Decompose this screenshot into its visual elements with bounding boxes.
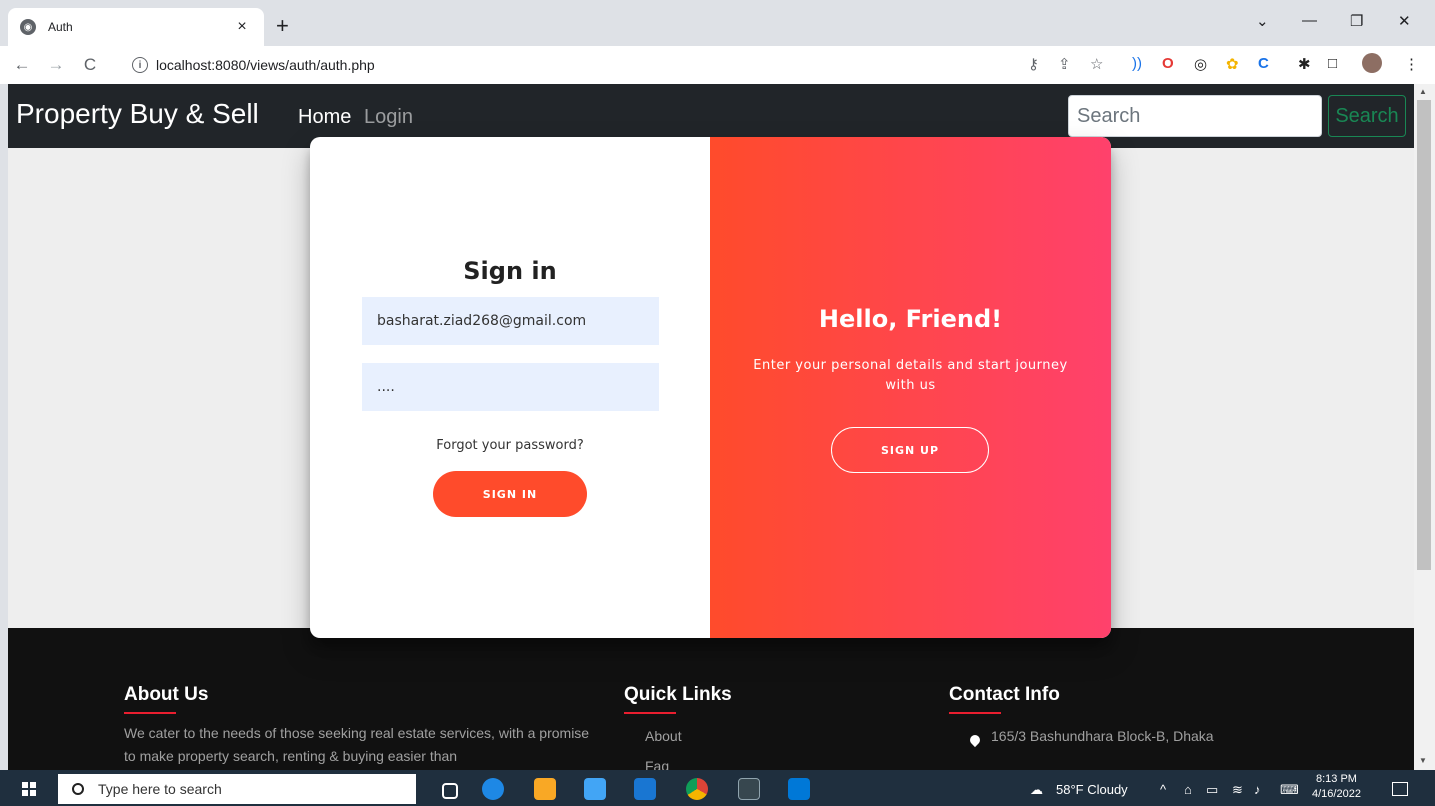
page-viewport: Property Buy & Sell Home Login Search Ab… xyxy=(8,84,1414,770)
footer-links-title: Quick Links xyxy=(624,684,732,714)
taskbar-clock[interactable]: 8:13 PM 4/16/2022 xyxy=(1312,772,1361,802)
footer-about-text: We cater to the needs of those seeking r… xyxy=(124,725,590,764)
bookmark-star-icon[interactable]: ☆ xyxy=(1090,55,1103,73)
weather-text[interactable]: 58°F Cloudy xyxy=(1056,782,1128,797)
overlay-text: Enter your personal details and start jo… xyxy=(753,358,1068,393)
scrollbar-thumb[interactable] xyxy=(1417,100,1431,570)
terminal-icon[interactable] xyxy=(738,778,760,800)
signin-button[interactable]: SIGN IN xyxy=(433,471,587,517)
browser-menu-icon[interactable]: ⋮ xyxy=(1404,55,1419,73)
forward-button[interactable]: → xyxy=(44,55,68,75)
address-url[interactable]: localhost:8080/views/auth/auth.php xyxy=(156,57,375,73)
extensions-puzzle-icon[interactable]: ✱ xyxy=(1298,55,1311,73)
close-window-icon[interactable]: ✕ xyxy=(1398,12,1411,30)
signin-title: Sign in xyxy=(463,257,557,285)
site-info-icon[interactable]: i xyxy=(132,57,148,73)
vscode-icon[interactable] xyxy=(788,778,810,800)
location-pin-icon xyxy=(967,732,983,748)
footer-link-about[interactable]: About xyxy=(645,728,682,744)
task-view-icon[interactable] xyxy=(442,783,458,799)
close-tab-icon[interactable]: × xyxy=(232,18,252,36)
signin-form: Sign in Forgot your password? SIGN IN xyxy=(310,137,710,638)
windows-taskbar: Type here to search xyxy=(0,770,1435,806)
site-search-button[interactable]: Search xyxy=(1328,95,1406,137)
notifications-icon[interactable] xyxy=(1392,782,1408,796)
minimize-icon[interactable]: — xyxy=(1302,12,1317,29)
share-icon[interactable]: ⇪ xyxy=(1058,55,1071,73)
mail-icon[interactable] xyxy=(634,778,656,800)
footer-address: 165/3 Bashundhara Block-B, Dhaka xyxy=(991,728,1214,744)
tab-search-chevron-icon[interactable]: ⌄ xyxy=(1256,12,1269,30)
tray-network-icon[interactable]: ⌂ xyxy=(1184,782,1192,797)
extension-audio-icon[interactable]: )) xyxy=(1132,55,1142,72)
extension-opera-icon[interactable]: O xyxy=(1162,55,1174,72)
browser-toolbar: ← → C i localhost:8080/views/auth/auth.p… xyxy=(0,46,1435,84)
footer-about-title: About Us xyxy=(124,684,209,714)
browser-tabstrip: ◉ Auth × + ⌄ — ❐ ✕ xyxy=(0,0,1435,46)
windows-start-icon[interactable] xyxy=(22,782,36,796)
clock-time: 8:13 PM xyxy=(1315,773,1357,785)
key-icon[interactable]: ⚷ xyxy=(1028,55,1039,73)
browser-tab-auth[interactable]: ◉ Auth × xyxy=(8,8,264,46)
file-explorer-icon[interactable] xyxy=(534,778,556,800)
chrome-browser-icon[interactable] xyxy=(686,778,708,800)
edge-browser-icon[interactable] xyxy=(482,778,504,800)
tray-battery-icon[interactable]: ▭ xyxy=(1206,782,1218,798)
globe-icon: ◉ xyxy=(20,19,36,35)
reload-button[interactable]: C xyxy=(78,55,102,75)
side-panel-icon[interactable]: □ xyxy=(1328,55,1337,72)
profile-avatar[interactable] xyxy=(1362,53,1382,73)
forgot-password-link[interactable]: Forgot your password? xyxy=(310,438,710,453)
extension-c-icon[interactable]: C xyxy=(1258,55,1269,72)
address-bar[interactable]: i localhost:8080/views/auth/auth.php xyxy=(120,51,1020,79)
scroll-down-arrow-icon[interactable]: ▼ xyxy=(1419,756,1427,765)
tray-wifi-icon[interactable]: ≋ xyxy=(1232,782,1243,798)
nav-home-link[interactable]: Home xyxy=(298,106,351,129)
cloud-weather-icon[interactable]: ☁ xyxy=(1030,782,1043,798)
new-tab-button[interactable]: + xyxy=(276,14,289,38)
footer-contact-title: Contact Info xyxy=(949,684,1060,714)
restore-icon[interactable]: ❐ xyxy=(1350,12,1363,30)
nav-login-link[interactable]: Login xyxy=(364,106,413,129)
tray-keyboard-icon[interactable]: ⌨ xyxy=(1280,782,1299,798)
extension-circle-icon[interactable]: ◎ xyxy=(1194,55,1207,73)
scroll-up-arrow-icon[interactable]: ▲ xyxy=(1419,87,1427,96)
page-scrollbar[interactable]: ▲ ▼ xyxy=(1414,84,1435,770)
extension-leaf-icon[interactable]: ✿ xyxy=(1226,55,1239,73)
clock-date: 4/16/2022 xyxy=(1312,788,1361,800)
site-brand[interactable]: Property Buy & Sell xyxy=(16,98,259,130)
overlay-panel: Hello, Friend! Enter your personal detai… xyxy=(710,137,1111,638)
overlay-title: Hello, Friend! xyxy=(818,305,1003,333)
search-icon xyxy=(72,783,84,795)
tray-chevron-up-icon[interactable]: ^ xyxy=(1160,782,1166,797)
auth-container: Sign in Forgot your password? SIGN IN He… xyxy=(310,137,1111,638)
tray-volume-icon[interactable]: ♪ xyxy=(1254,782,1261,797)
microsoft-store-icon[interactable] xyxy=(584,778,606,800)
footer-link-faq[interactable]: Faq xyxy=(645,758,669,770)
taskbar-search-placeholder: Type here to search xyxy=(98,781,222,797)
signup-button[interactable]: SIGN UP xyxy=(831,427,989,473)
password-field[interactable] xyxy=(362,363,659,411)
taskbar-search-box[interactable]: Type here to search xyxy=(58,774,416,804)
site-search-input[interactable] xyxy=(1068,95,1322,137)
site-footer: About Us We cater to the needs of those … xyxy=(8,628,1414,770)
email-field[interactable] xyxy=(362,297,659,345)
tab-title: Auth xyxy=(48,20,73,34)
back-button[interactable]: ← xyxy=(10,55,34,75)
